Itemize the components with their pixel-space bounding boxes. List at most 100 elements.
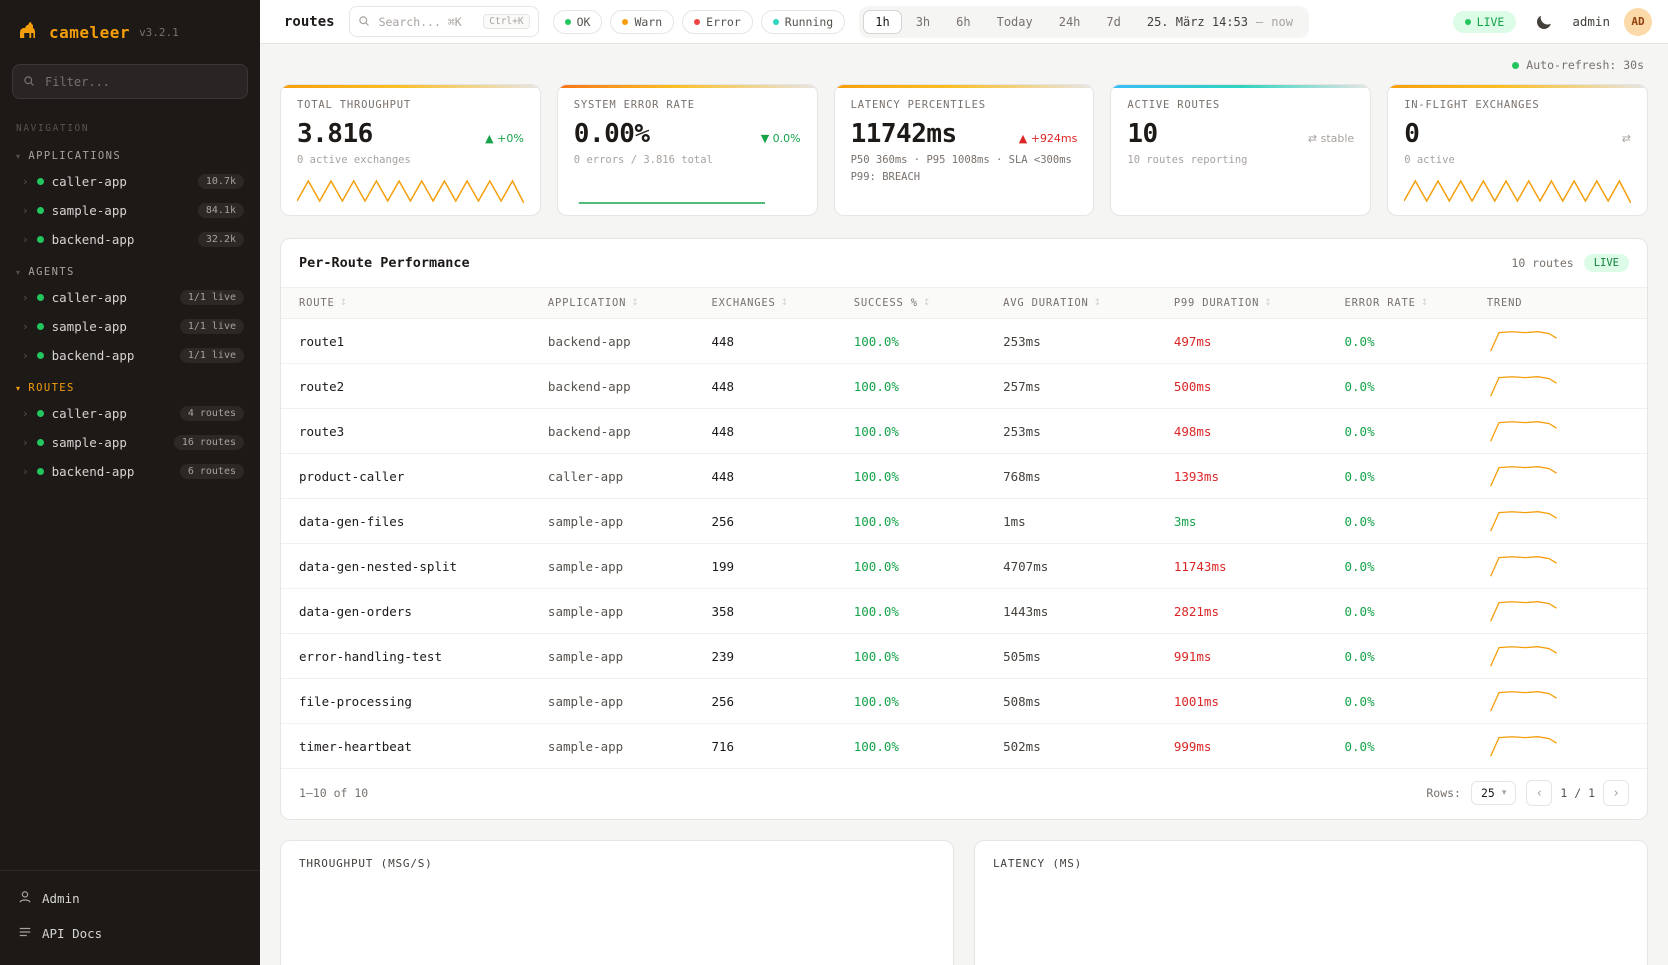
section-header-applications[interactable]: ▾ APPLICATIONS xyxy=(0,138,260,167)
ok-dot xyxy=(565,19,571,25)
dark-mode-toggle[interactable] xyxy=(1530,8,1558,36)
card-subtext: 0 active exchanges xyxy=(297,154,524,166)
card-title: ACTIVE ROUTES xyxy=(1127,99,1354,111)
sidebar-item-admin[interactable]: Admin xyxy=(0,881,260,916)
sidebar-item-routes-sample-app[interactable]: › sample-app 16 routes xyxy=(0,428,260,457)
route-p99-duration: 498ms xyxy=(1174,424,1345,439)
route-error-rate: 0.0% xyxy=(1345,424,1487,439)
route-error-rate: 0.0% xyxy=(1345,739,1487,754)
table-row[interactable]: data-gen-files sample-app 256 100.0% 1ms… xyxy=(281,499,1647,544)
table-row[interactable]: data-gen-nested-split sample-app 199 100… xyxy=(281,544,1647,589)
live-toggle[interactable]: LIVE xyxy=(1453,11,1517,33)
sidebar-item-applications-backend-app[interactable]: › backend-app 32.2k xyxy=(0,225,260,254)
time-range-7d[interactable]: 7d xyxy=(1094,10,1132,34)
card-subtext-2: P99: BREACH xyxy=(851,171,1078,183)
route-exchanges: 256 xyxy=(712,694,854,709)
card-accent xyxy=(1388,85,1647,88)
column-header-trend[interactable]: TREND xyxy=(1487,288,1629,318)
sidebar-filter[interactable] xyxy=(12,64,248,99)
time-range-24h[interactable]: 24h xyxy=(1047,10,1093,34)
route-exchanges: 199 xyxy=(712,559,854,574)
route-success: 100.0% xyxy=(854,469,1003,484)
route-avg-duration: 1ms xyxy=(1003,514,1174,529)
chart-title: THROUGHPUT (MSG/S) xyxy=(299,857,935,870)
search-icon xyxy=(23,72,35,91)
time-range-1h[interactable]: 1h xyxy=(863,10,901,34)
status-dot xyxy=(37,207,44,214)
filter-chip-warn[interactable]: Warn xyxy=(610,10,674,34)
card-title: IN-FLIGHT EXCHANGES xyxy=(1404,99,1631,111)
sort-icon: ↕ xyxy=(631,298,639,308)
table-row[interactable]: file-processing sample-app 256 100.0% 50… xyxy=(281,679,1647,724)
chevron-right-icon: › xyxy=(22,233,29,246)
column-header-success[interactable]: SUCCESS %↕ xyxy=(854,288,1003,318)
column-header-application[interactable]: APPLICATION↕ xyxy=(548,288,712,318)
avatar[interactable]: AD xyxy=(1624,8,1652,36)
table-row[interactable]: data-gen-orders sample-app 358 100.0% 14… xyxy=(281,589,1647,634)
item-badge: 1/1 live xyxy=(180,319,244,334)
sidebar-item-applications-sample-app[interactable]: › sample-app 84.1k xyxy=(0,196,260,225)
sidebar-item-api-docs[interactable]: API Docs xyxy=(0,916,260,951)
time-range-6h[interactable]: 6h xyxy=(944,10,982,34)
sidebar-item-applications-caller-app[interactable]: › caller-app 10.7k xyxy=(0,167,260,196)
sidebar-item-agents-sample-app[interactable]: › sample-app 1/1 live xyxy=(0,312,260,341)
filter-chip-ok[interactable]: OK xyxy=(553,10,603,34)
section-header-routes[interactable]: ▾ ROUTES xyxy=(0,370,260,399)
status-dot xyxy=(37,178,44,185)
moon-icon xyxy=(1535,13,1553,31)
table-row[interactable]: route1 backend-app 448 100.0% 253ms 497m… xyxy=(281,319,1647,364)
column-header-p99-duration[interactable]: P99 DURATION↕ xyxy=(1174,288,1345,318)
chevron-down-icon: ▾ xyxy=(16,384,21,393)
user-icon xyxy=(18,890,32,907)
filter-input[interactable] xyxy=(43,74,237,90)
page-indicator: 1 / 1 xyxy=(1560,786,1595,800)
table-row[interactable]: route3 backend-app 448 100.0% 253ms 498m… xyxy=(281,409,1647,454)
live-label: LIVE xyxy=(1477,15,1505,29)
filter-chip-running[interactable]: Running xyxy=(761,10,845,34)
rows-per-page-select[interactable]: 25 ▾ xyxy=(1471,781,1516,805)
status-dot xyxy=(37,294,44,301)
date-end: now xyxy=(1271,15,1293,29)
route-name: file-processing xyxy=(299,694,548,709)
route-application: sample-app xyxy=(548,514,712,529)
filter-chip-error[interactable]: Error xyxy=(682,10,753,34)
card-accent xyxy=(281,85,540,88)
route-avg-duration: 768ms xyxy=(1003,469,1174,484)
time-range-3h[interactable]: 3h xyxy=(904,10,942,34)
prev-page-button[interactable]: ‹ xyxy=(1526,780,1552,806)
column-header-avg-duration[interactable]: AVG DURATION↕ xyxy=(1003,288,1174,318)
route-application: backend-app xyxy=(548,334,712,349)
chip-label: Error xyxy=(706,15,741,29)
auto-refresh-label: Auto-refresh: 30s xyxy=(1526,58,1644,72)
table-row[interactable]: timer-heartbeat sample-app 716 100.0% 50… xyxy=(281,724,1647,769)
route-exchanges: 448 xyxy=(712,469,854,484)
section-header-agents[interactable]: ▾ AGENTS xyxy=(0,254,260,283)
table-row[interactable]: route2 backend-app 448 100.0% 257ms 500m… xyxy=(281,364,1647,409)
live-dot xyxy=(1465,19,1471,25)
card-subtext: 0 errors / 3.816 total xyxy=(574,154,801,166)
column-header-exchanges[interactable]: EXCHANGES↕ xyxy=(712,288,854,318)
route-exchanges: 448 xyxy=(712,334,854,349)
route-success: 100.0% xyxy=(854,559,1003,574)
column-header-route[interactable]: ROUTE↕ xyxy=(299,288,548,318)
card-accent xyxy=(558,85,817,88)
search-input[interactable] xyxy=(377,14,477,30)
sidebar-item-routes-backend-app[interactable]: › backend-app 6 routes xyxy=(0,457,260,486)
error-rate-sparkline xyxy=(574,174,801,208)
route-p99-duration: 1001ms xyxy=(1174,694,1345,709)
table-row[interactable]: error-handling-test sample-app 239 100.0… xyxy=(281,634,1647,679)
route-name: route2 xyxy=(299,379,548,394)
global-search[interactable]: Ctrl+K xyxy=(349,6,539,37)
time-range-today[interactable]: Today xyxy=(985,10,1045,34)
sidebar-item-agents-backend-app[interactable]: › backend-app 1/1 live xyxy=(0,341,260,370)
sidebar-item-agents-caller-app[interactable]: › caller-app 1/1 live xyxy=(0,283,260,312)
column-header-error-rate[interactable]: ERROR RATE↕ xyxy=(1345,288,1487,318)
item-badge: 1/1 live xyxy=(180,348,244,363)
item-label: backend-app xyxy=(52,348,135,363)
route-p99-duration: 497ms xyxy=(1174,334,1345,349)
table-row[interactable]: product-caller caller-app 448 100.0% 768… xyxy=(281,454,1647,499)
next-page-button[interactable]: › xyxy=(1603,780,1629,806)
chevron-right-icon: › xyxy=(22,175,29,188)
sidebar-item-routes-caller-app[interactable]: › caller-app 4 routes xyxy=(0,399,260,428)
item-label: caller-app xyxy=(52,290,127,305)
